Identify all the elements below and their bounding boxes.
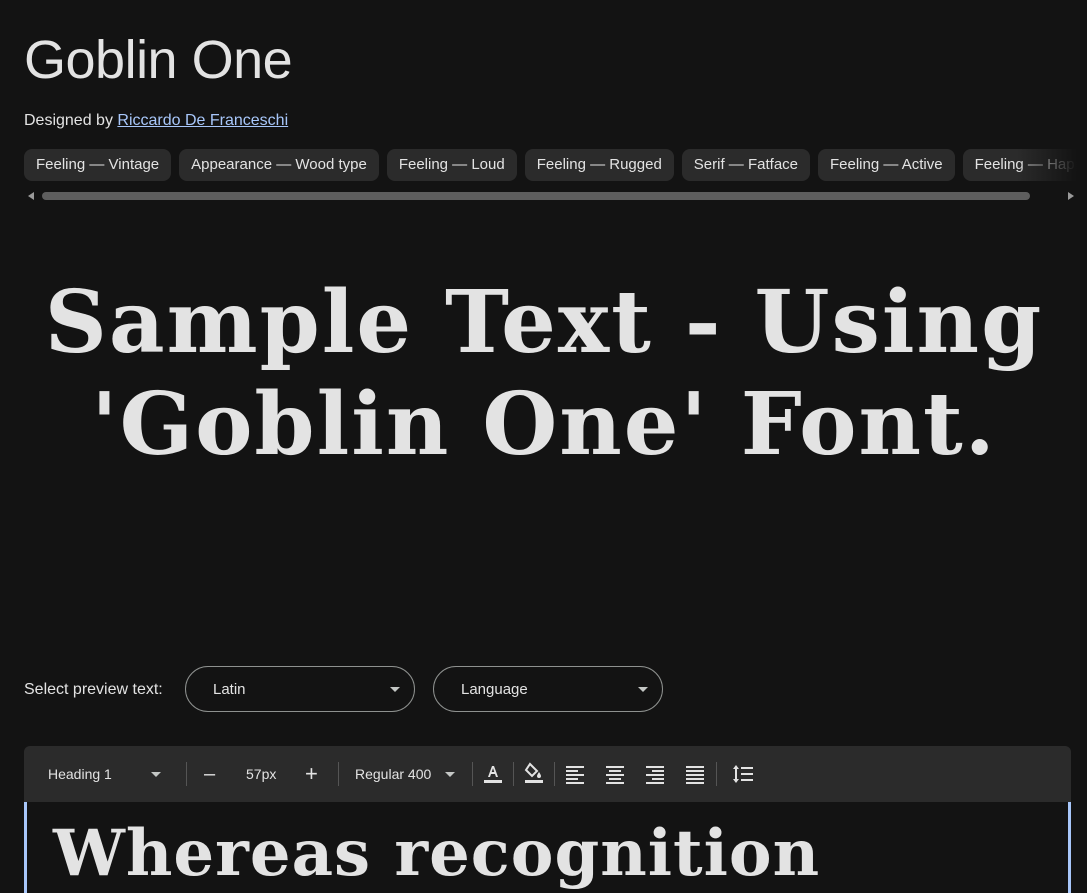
tag-chip[interactable]: Feeling — Active bbox=[818, 149, 955, 181]
text-color-icon[interactable] bbox=[481, 762, 505, 786]
toolbar-divider bbox=[513, 762, 514, 786]
language-select[interactable]: Language bbox=[433, 666, 663, 712]
scroll-left-arrow-icon[interactable] bbox=[28, 192, 34, 200]
tag-scrollbar[interactable] bbox=[24, 189, 1074, 203]
page-title: Goblin One bbox=[24, 30, 293, 90]
tags-fade bbox=[1017, 149, 1087, 181]
toolbar-divider bbox=[554, 762, 555, 786]
tags-row: Feeling — Vintage Appearance — Wood type F… bbox=[24, 149, 1087, 181]
align-right-icon[interactable] bbox=[643, 762, 667, 786]
tag-chip[interactable]: Appearance — Wood type bbox=[179, 149, 379, 181]
line-height-icon[interactable] bbox=[731, 762, 755, 786]
style-select-value: Heading 1 bbox=[48, 766, 112, 782]
toolbar-divider bbox=[186, 762, 187, 786]
align-center-icon[interactable] bbox=[603, 762, 627, 786]
chevron-down-icon bbox=[638, 687, 648, 692]
align-justify-icon[interactable] bbox=[683, 762, 707, 786]
designer-line: Designed by Riccardo De Franceschi bbox=[24, 110, 288, 132]
chevron-down-icon bbox=[390, 687, 400, 692]
designer-link[interactable]: Riccardo De Franceschi bbox=[117, 112, 288, 129]
designed-by-label: Designed by bbox=[24, 112, 113, 129]
script-select-value: Latin bbox=[213, 681, 246, 698]
toolbar-divider bbox=[338, 762, 339, 786]
toolbar-divider bbox=[472, 762, 473, 786]
tag-chip[interactable]: Feeling — Rugged bbox=[524, 149, 674, 181]
tag-chip[interactable]: Feeling — Vintage bbox=[24, 149, 172, 181]
preview-text-label: Select preview text: bbox=[24, 681, 163, 698]
tag-list: Feeling — Vintage Appearance — Wood type F… bbox=[24, 149, 1087, 181]
font-size-value[interactable]: 57px bbox=[246, 746, 276, 802]
preview-editor[interactable]: Whereas recognition bbox=[24, 802, 1071, 893]
tag-chip[interactable]: Serif — Fatface bbox=[681, 149, 810, 181]
script-select[interactable]: Latin bbox=[185, 666, 415, 712]
chevron-down-icon bbox=[445, 772, 455, 777]
editor-toolbar: Heading 1 – 57px + Regular 400 bbox=[24, 746, 1071, 802]
highlight-color-icon[interactable] bbox=[522, 762, 546, 786]
chevron-down-icon bbox=[151, 772, 161, 777]
scrollbar-thumb[interactable] bbox=[42, 192, 1030, 200]
font-detail-page: Goblin One Designed by Riccardo De Franc… bbox=[0, 0, 1087, 893]
increase-size-button[interactable]: + bbox=[305, 746, 318, 802]
sample-text: Sample Text - Using 'Goblin One' Font. bbox=[44, 272, 1044, 475]
toolbar-divider bbox=[716, 762, 717, 786]
decrease-size-button[interactable]: – bbox=[204, 746, 215, 802]
scroll-right-arrow-icon[interactable] bbox=[1068, 192, 1074, 200]
editor-text[interactable]: Whereas recognition bbox=[53, 816, 820, 892]
weight-select-value: Regular 400 bbox=[355, 766, 432, 782]
tag-chip[interactable]: Feeling — Loud bbox=[386, 149, 517, 181]
language-select-value: Language bbox=[461, 681, 528, 698]
align-left-icon[interactable] bbox=[563, 762, 587, 786]
